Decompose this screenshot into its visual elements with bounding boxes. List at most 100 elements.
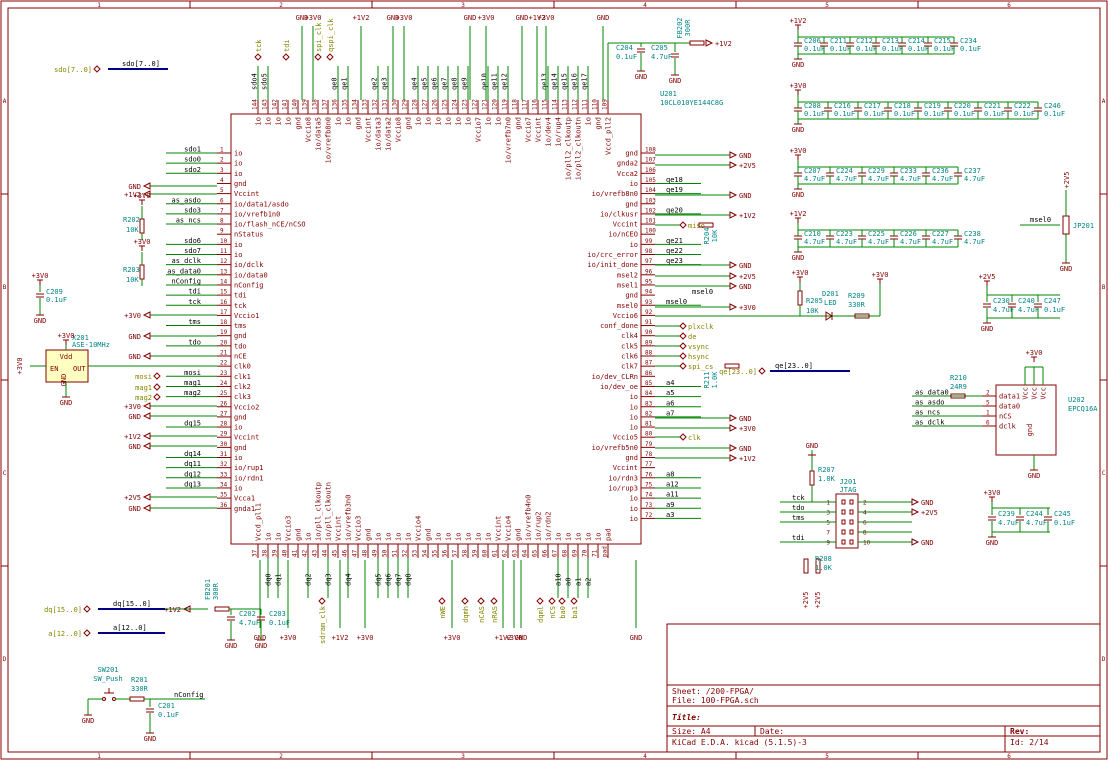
fpga-bottom-pin: 46 io/vrefb3n0 dq4 [342, 495, 353, 598]
net-label: mag2 [184, 389, 201, 397]
pin-number: 84 [645, 390, 653, 397]
pin-number: 2 [220, 157, 224, 164]
pin-name: Vccint [365, 117, 373, 142]
cap-bank-3v0-a-cap: C2220.1uF [1004, 102, 1035, 118]
net-label: a11 [666, 491, 679, 499]
net-label: sdo3 [184, 206, 201, 214]
power-arrow [705, 39, 714, 47]
pin-number: 127 [422, 99, 429, 110]
r207-value: 1.0K [818, 475, 836, 483]
jtag-gnd-2: GND [911, 538, 934, 547]
jtag-value: JTAG [840, 486, 857, 494]
cap-value: 4.7uF [900, 175, 921, 183]
net-label: dq1 [275, 573, 283, 586]
net-label: mag1 [184, 379, 201, 387]
border-row-label-left: D [3, 656, 7, 663]
pin-number: 143 [262, 99, 269, 110]
pin-number: 57 [452, 549, 459, 557]
supply-label: +3V0 [478, 14, 495, 22]
hlabel-shape [314, 53, 322, 61]
pin-name: Vccint [495, 516, 503, 541]
pin-name: io/pll_clkoutn [325, 482, 333, 541]
hlabel-shape [679, 433, 687, 441]
hlabel-left: mag1 [135, 383, 161, 392]
bus-name: sdo[7..0] [122, 60, 160, 68]
power-arrow [142, 412, 151, 420]
jp201-gnd: GND [1060, 258, 1072, 273]
c202-cap [227, 616, 235, 621]
power-label: +1V2 [790, 210, 807, 218]
pin-number: 68 [562, 549, 569, 557]
power-label: GND [921, 539, 934, 547]
pin-name: io [375, 533, 383, 541]
border-col-label-bottom: 2 [279, 753, 283, 760]
power-label: +3V0 [134, 192, 151, 200]
pin-name: io [585, 533, 593, 541]
supply-label: +3V0 [444, 634, 461, 642]
pin-name: io [255, 117, 263, 125]
cap-ref: C233 [900, 167, 917, 175]
pin-number: 16 [220, 299, 228, 306]
pin-number: 6 [986, 420, 990, 427]
fpga-top-pin: 127 io qe5 [421, 66, 433, 125]
pin-name: io/dclk [234, 261, 264, 269]
net-label: dq4 [345, 573, 353, 586]
pin-number: 131 [382, 99, 389, 110]
pin-name: io [234, 484, 242, 492]
pin-number: 43 [312, 549, 319, 557]
pin-name: io [234, 160, 242, 168]
net-label: a12 [666, 480, 679, 488]
bus-name: dq[15..0] [113, 600, 151, 608]
pin-name: io [275, 533, 283, 541]
pin-number: 107 [645, 157, 656, 164]
pin-name: io [630, 241, 638, 249]
pin-number: 5 [220, 187, 224, 194]
fpga-left-pin: 36 gnda1 [217, 502, 255, 513]
pin-name: io [565, 533, 573, 541]
cap-bank-1v2-a-supply: +1V2 [790, 17, 806, 30]
sheet-id: Id: 2/14 [1010, 738, 1049, 747]
supply-label: +3V0 [396, 14, 413, 22]
net-label: dq12 [184, 470, 201, 478]
net-label: as_ncs [915, 409, 940, 417]
r204-ref: R204 [703, 228, 711, 245]
fb202-res [689, 40, 705, 46]
net-label: a2 [585, 578, 593, 586]
jp201-supply: +2V5 [1063, 172, 1071, 189]
pin-name: io [234, 150, 242, 158]
cap-bank-1v2-b-cap: C2384.7uF [954, 230, 985, 246]
net-label: sdo4 [251, 73, 259, 90]
pin-number: 133 [362, 99, 369, 110]
u202-vcc: Vcc [1022, 387, 1030, 400]
cap-ref: C221 [984, 102, 1001, 110]
power-arrow [142, 182, 151, 190]
fpga-bottom-pin: 64 io/vrefb4n0 [522, 495, 533, 558]
pin-name: io [415, 117, 423, 125]
pin-name: tms [234, 322, 247, 330]
cap-ref: C213 [882, 37, 899, 45]
power-arrow [142, 493, 151, 501]
net-label: a4 [666, 379, 674, 387]
net-label: dq11 [184, 460, 201, 468]
pin-number: 119 [502, 99, 509, 110]
c247-ref: C247 [1044, 297, 1061, 305]
pin-number: 105 [645, 177, 656, 184]
hlabel-text: nWE [439, 606, 447, 619]
net-label: a5 [666, 389, 674, 397]
right-supply: GND [729, 191, 752, 200]
pin-name: Vccd_pll1 [255, 503, 263, 541]
fpga-bottom-pin: 49 io dq5 [372, 533, 383, 598]
pin-number: 116 [532, 99, 539, 110]
hlabel-text: qspi_clk [327, 17, 335, 52]
pin-name: io/dev_oe [600, 383, 638, 391]
power-label: +3V0 [124, 403, 141, 411]
gnd-label: GND [792, 126, 805, 134]
cap-value: 4.7uF [964, 238, 985, 246]
right-supply: GND [729, 414, 752, 423]
pin-name: Vccd_pll2 [605, 117, 613, 155]
net-label: as_asdo [915, 399, 945, 407]
pin-name: io/rup3 [608, 484, 638, 492]
pin-name: tdo [234, 342, 247, 350]
cap-bank-3v0-a-cap: C2160.1uF [824, 102, 855, 118]
fb202-ref: FB202 [676, 17, 684, 38]
